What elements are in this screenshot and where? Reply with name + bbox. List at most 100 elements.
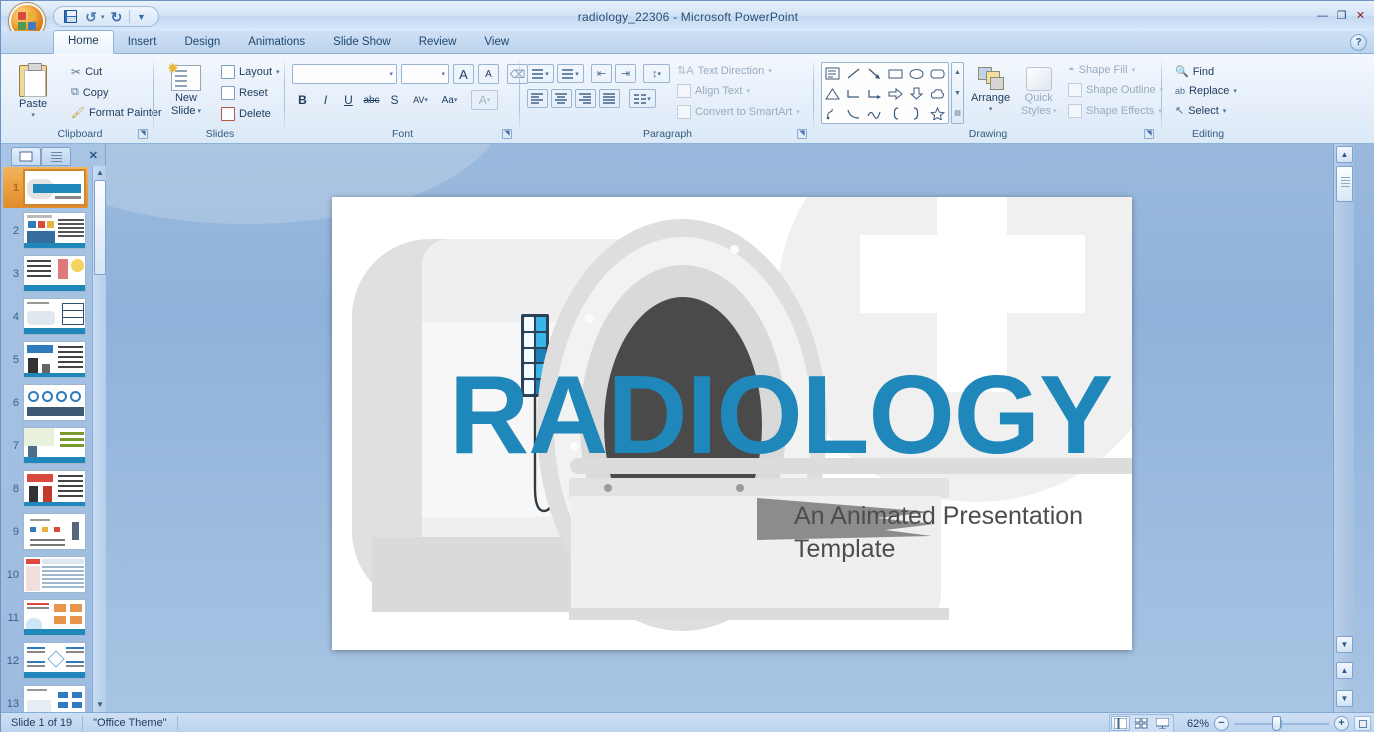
slide-thumbnail-10[interactable]: 10 — [1, 553, 92, 596]
format-painter-button[interactable]: 🖌 Format Painter — [67, 104, 166, 121]
arrange-button[interactable]: Arrange ▾ — [967, 64, 1014, 116]
next-slide-button[interactable]: ▼ — [1336, 690, 1353, 707]
fit-to-window-button[interactable] — [1354, 716, 1371, 731]
shape-curve-icon[interactable] — [843, 103, 864, 123]
view-normal-button[interactable] — [1111, 716, 1130, 731]
copy-button[interactable]: ⧉ Copy — [67, 84, 166, 101]
shape-oval-icon[interactable] — [906, 63, 927, 83]
shape-fill-button[interactable]: ◓ Shape Fill ▾ — [1064, 62, 1167, 78]
shape-down-arrow-icon[interactable] — [906, 83, 927, 103]
scroll-up-icon[interactable]: ▲ — [94, 167, 106, 179]
slide-thumbnail-13[interactable]: 13 — [1, 682, 92, 712]
new-slide-dropdown-icon[interactable]: ▾ — [197, 107, 201, 115]
slide-thumbnail-list[interactable]: 1 2 3 4 5 6 7 8 9 10 11 12 13 — [1, 166, 92, 712]
shape-outline-button[interactable]: Shape Outline ▾ — [1064, 81, 1167, 99]
align-right-button[interactable] — [575, 89, 596, 108]
shape-elbow-connector-icon[interactable] — [843, 83, 864, 103]
align-text-button[interactable]: Align Text ▾ — [673, 82, 804, 100]
undo-dropdown-icon[interactable]: ▾ — [101, 13, 105, 21]
view-slide-sorter-button[interactable] — [1132, 716, 1151, 731]
shape-rounded-rectangle-icon[interactable] — [927, 63, 948, 83]
tab-slide-show[interactable]: Slide Show — [319, 32, 405, 54]
slide-editor[interactable]: RADIOLOGY An Animated Presentation Templ… — [332, 197, 1132, 650]
character-spacing-button[interactable]: AV ▾ — [407, 90, 434, 110]
scroll-down-icon[interactable]: ▼ — [94, 699, 106, 711]
shapes-scroll-up-icon[interactable]: ▲ — [952, 63, 963, 82]
increase-indent-button[interactable]: ⇥ — [615, 64, 636, 83]
change-case-button[interactable]: Aa ▾ — [436, 90, 463, 110]
shape-right-brace-icon[interactable] — [906, 103, 927, 123]
slide-thumbnail-8[interactable]: 8 — [1, 467, 92, 510]
minimize-button[interactable]: — — [1314, 7, 1331, 24]
maximize-button[interactable]: ❐ — [1333, 7, 1350, 24]
slide-subtitle-text[interactable]: An Animated Presentation Template — [794, 500, 1124, 566]
shape-rectangle-icon[interactable] — [885, 63, 906, 83]
tab-review[interactable]: Review — [405, 32, 471, 54]
shape-effects-button[interactable]: Shape Effects ▾ — [1064, 102, 1167, 120]
canvas-scroll-up-icon[interactable]: ▲ — [1336, 146, 1353, 163]
strikethrough-button[interactable]: abc — [361, 90, 382, 110]
clipboard-dialog-launcher[interactable]: ◥ — [138, 129, 148, 139]
redo-button[interactable]: ↻ — [108, 8, 126, 25]
slide-thumbnail-3[interactable]: 3 — [1, 252, 92, 295]
customize-qat-button[interactable]: ▼ — [133, 8, 151, 25]
align-left-button[interactable] — [527, 89, 548, 108]
slide-thumbnail-6[interactable]: 6 — [1, 381, 92, 424]
select-button[interactable]: ↖ Select ▾ — [1171, 102, 1241, 119]
bold-button[interactable]: B — [292, 90, 313, 110]
tab-animations[interactable]: Animations — [234, 32, 319, 54]
slide-thumbnail-11[interactable]: 11 — [1, 596, 92, 639]
paste-button[interactable]: Paste ▾ — [15, 62, 51, 122]
shape-cloud-icon[interactable] — [927, 83, 948, 103]
justify-button[interactable] — [599, 89, 620, 108]
quick-styles-button[interactable]: Quick Styles ▾ — [1017, 64, 1060, 120]
tab-home[interactable]: Home — [53, 30, 114, 54]
shape-line-icon[interactable] — [843, 63, 864, 83]
save-button[interactable] — [61, 8, 79, 25]
italic-button[interactable]: I — [315, 90, 336, 110]
text-direction-button[interactable]: ⇅A Text Direction ▾ — [673, 62, 804, 79]
text-shadow-button[interactable]: S — [384, 90, 405, 110]
undo-button[interactable]: ↺ — [82, 8, 100, 25]
zoom-slider-handle[interactable] — [1272, 716, 1281, 731]
convert-to-smartart-button[interactable]: Convert to SmartArt ▾ — [673, 103, 804, 121]
slide-thumbnail-9[interactable]: 9 — [1, 510, 92, 553]
font-size-combo[interactable]: ▾ — [401, 64, 449, 84]
help-icon[interactable]: ? — [1350, 34, 1367, 51]
slide-thumbnail-4[interactable]: 4 — [1, 295, 92, 338]
decrease-indent-button[interactable]: ⇤ — [591, 64, 612, 83]
shapes-gallery-more-icon[interactable]: ▤ — [952, 104, 963, 123]
font-name-combo[interactable]: ▾ — [292, 64, 397, 84]
shape-text-box-icon[interactable] — [822, 63, 843, 83]
close-button[interactable]: ✕ — [1352, 7, 1369, 24]
shapes-gallery[interactable] — [821, 62, 949, 124]
layout-button[interactable]: Layout ▾ — [217, 63, 284, 81]
reset-button[interactable]: Reset — [217, 84, 284, 102]
shape-star-icon[interactable] — [927, 103, 948, 123]
previous-slide-button[interactable]: ▲ — [1336, 662, 1353, 679]
new-slide-button[interactable]: ✸ New Slide ▾ — [167, 60, 205, 120]
shape-freeform-icon[interactable] — [822, 103, 843, 123]
delete-slide-button[interactable]: Delete — [217, 105, 284, 123]
cut-button[interactable]: ✂ Cut — [67, 63, 166, 81]
shrink-font-button[interactable]: A — [478, 64, 499, 84]
line-spacing-button[interactable]: ↕ ▾ — [643, 64, 670, 83]
canvas-scroll-thumb[interactable] — [1336, 166, 1353, 202]
slide-thumbnail-12[interactable]: 12 — [1, 639, 92, 682]
shapes-gallery-scroll[interactable]: ▲ ▼ ▤ — [951, 62, 964, 124]
grow-font-button[interactable]: A — [453, 64, 474, 84]
slides-pane-scrollbar[interactable]: ▲ ▼ — [92, 166, 106, 712]
shape-right-arrow-icon[interactable] — [885, 83, 906, 103]
tab-outline[interactable] — [41, 147, 71, 166]
slide-thumbnail-2[interactable]: 2 — [1, 209, 92, 252]
replace-button[interactable]: ab Replace ▾ — [1171, 83, 1241, 99]
numbering-button[interactable]: ▾ — [557, 64, 584, 83]
shapes-scroll-down-icon[interactable]: ▼ — [952, 84, 963, 103]
shape-scribble-icon[interactable] — [864, 103, 885, 123]
align-center-button[interactable] — [551, 89, 572, 108]
find-button[interactable]: 🔍 Find — [1171, 63, 1241, 80]
shape-left-brace-icon[interactable] — [885, 103, 906, 123]
tab-insert[interactable]: Insert — [114, 32, 171, 54]
zoom-out-button[interactable]: − — [1214, 716, 1229, 731]
slide-thumbnail-5[interactable]: 5 — [1, 338, 92, 381]
